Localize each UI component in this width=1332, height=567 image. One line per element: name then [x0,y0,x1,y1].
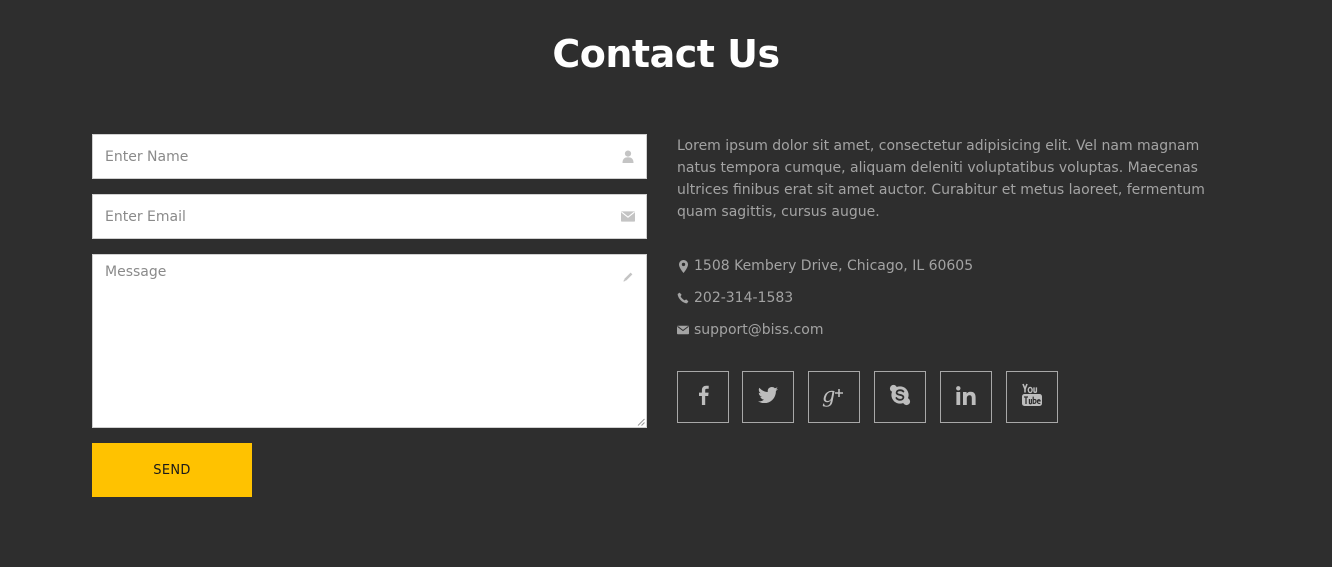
send-button[interactable]: SEND [92,443,252,497]
email-field-wrapper [92,194,647,239]
facebook-icon [698,385,709,409]
phone-icon [677,291,689,305]
contact-section: Contact Us SEND Lorem ipsum dolor sit am… [0,0,1332,567]
address-line: 1508 Kembery Drive, Chicago, IL 60605 [677,256,973,276]
phone-text: 202-314-1583 [694,290,794,306]
linkedin-link[interactable] [940,371,992,423]
name-field-wrapper [92,134,647,179]
twitter-icon [758,387,778,407]
about-text: Lorem ipsum dolor sit amet, consectetur … [677,138,1205,220]
envelope-icon [621,210,635,224]
envelope-icon [677,323,689,337]
resize-handle[interactable] [637,418,645,426]
skype-icon [889,384,911,410]
email-input[interactable] [93,195,646,238]
email-text[interactable]: support@biss.com [694,320,823,340]
twitter-link[interactable] [742,371,794,423]
skype-link[interactable] [874,371,926,423]
message-textarea[interactable] [93,255,646,427]
facebook-link[interactable] [677,371,729,423]
email-line: support@biss.com [677,320,823,340]
map-marker-icon [677,259,689,273]
linkedin-icon [956,385,976,409]
pencil-icon [621,270,635,284]
google-plus-link[interactable]: g [808,371,860,423]
message-field-wrapper [92,254,647,428]
phone-line: 202-314-1583 [677,288,793,308]
svg-text:g: g [822,383,835,407]
address-text: 1508 Kembery Drive, Chicago, IL 60605 [694,258,974,274]
user-icon [621,150,635,164]
youtube-link[interactable] [1006,371,1058,423]
youtube-icon [1021,383,1043,411]
google-plus-icon: g [821,383,847,411]
page-title: Contact Us [552,32,780,76]
name-input[interactable] [93,135,646,178]
